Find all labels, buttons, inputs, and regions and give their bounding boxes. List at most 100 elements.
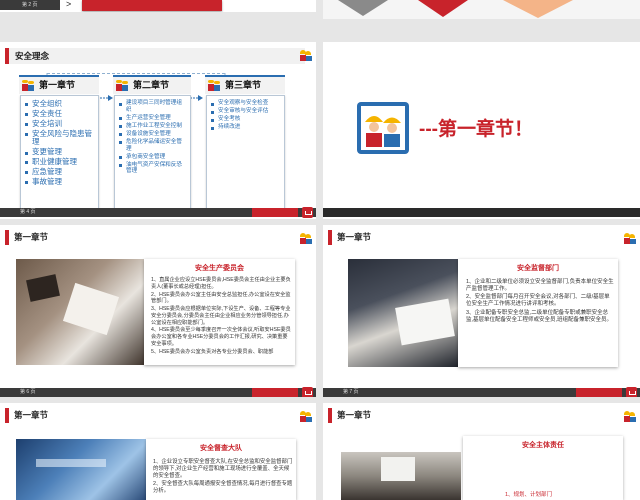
- text-card: 安全生产委员会 1、直属企业应设立HSE委员会,HSE委员会主任由企业主要负责人…: [144, 259, 295, 365]
- card-title: 安全生产委员会: [195, 265, 244, 272]
- paragraph: 2、安全督查大队每周通报安全督查情况,每月进行督查专题分析。: [153, 481, 293, 495]
- red-tab: [252, 208, 298, 217]
- slide-8[interactable]: 第一章节 安全主体责任 1、规划、计划部门: [323, 403, 640, 500]
- laptop: [26, 274, 60, 302]
- column-header-3[interactable]: 第三章节: [205, 75, 285, 94]
- paragraph: 1、规划、计划部门: [505, 492, 553, 498]
- slide-7[interactable]: 第一章节 安全督查大队 1、企业设立专职安全督查大队,在安全总监和安全监督部门的…: [0, 403, 316, 500]
- list-item: 安全组织: [24, 99, 95, 109]
- card-title: 安全主体责任: [522, 442, 564, 449]
- column-list: 安全组织 安全责任 安全培训 安全风险与隐患管理 变更管理 职业健康管理 应急管…: [21, 96, 98, 192]
- brand-logo-icon: [300, 232, 312, 244]
- slide-5[interactable]: 第一章节 安全生产委员会 1、直属企业应设立HSE委员会,HSE委员会主任由企业…: [0, 225, 316, 397]
- whiteboard: [381, 457, 415, 481]
- card-body: 1、直属企业应设立HSE委员会,HSE委员会主任由企业主要负责人(董事长或总经理…: [151, 277, 292, 356]
- signing-photo: [348, 259, 458, 367]
- red-chevron: [418, 0, 468, 17]
- list-item: 安全风险与隐患管理: [24, 129, 95, 148]
- page-number: 第 2 页: [22, 2, 38, 8]
- paragraph: 2、安全监督部门每月召开安全会议,对各部门、二级/基层单位安全生产工作情况进行讲…: [466, 294, 610, 308]
- column-box-1: 安全组织 安全责任 安全培训 安全风险与隐患管理 变更管理 职业健康管理 应急管…: [20, 95, 99, 212]
- text-card: 安全督查大队 1、企业设立专职安全督查大队,在安全总监和安全监督部门的领导下,对…: [146, 439, 296, 500]
- column-list: 建设项目三同时管理组织 生产运营安全管理 施工作业工程安全控制 设备设施安全管理…: [115, 96, 190, 180]
- card-body: 1、规划、计划部门: [505, 492, 615, 500]
- red-banner: [82, 0, 222, 11]
- list-item: 应急管理: [24, 167, 95, 177]
- slide-header: 安全理念: [5, 48, 305, 64]
- page-number: 第 6 页: [20, 389, 36, 395]
- slide-2[interactable]: [323, 0, 640, 19]
- column-header-2[interactable]: 第二章节: [113, 75, 191, 94]
- bottom-bar: [323, 208, 640, 217]
- card-title: 安全督查大队: [200, 445, 242, 452]
- slide-3[interactable]: 安全理念 第一章节 安全组织 安全责任 安全培训 安全风险与隐患管理 变更管理 …: [0, 42, 316, 219]
- list-item: 建设项目三同时管理组织: [118, 100, 187, 113]
- page-number: 第 7 页: [343, 389, 359, 395]
- header-title: 第一章节: [337, 410, 372, 420]
- slide-6[interactable]: 第一章节 安全监督部门 1、企业和二级单位必须设立安全监督部门,负责本单位安全生…: [323, 225, 640, 397]
- list-item: 生产运营安全管理: [118, 115, 187, 122]
- list-item: 持续改进: [210, 124, 281, 131]
- slide-header: 第一章节: [328, 408, 400, 423]
- list-item: 设备设施安全管理: [118, 131, 187, 138]
- list-item: 危险化学品储运安全管理: [118, 139, 187, 152]
- header-title: 第一章节: [14, 410, 49, 420]
- brand-logo-icon: [624, 232, 636, 244]
- red-tab: [576, 388, 622, 397]
- column-header-1[interactable]: 第一章节: [19, 75, 99, 94]
- document: [395, 298, 455, 346]
- slide-header: 第一章节: [5, 408, 77, 423]
- list-item: 安全考核: [210, 116, 281, 123]
- office-photo: [341, 452, 461, 500]
- mail-icon: [302, 207, 313, 218]
- header-title: 第一章节: [14, 232, 49, 242]
- list-item: 承包商安全管理: [118, 154, 187, 161]
- list-item: 安全责任: [24, 109, 95, 119]
- server-photo: [16, 439, 146, 500]
- page-number: 第 4 页: [20, 209, 36, 215]
- workers-icon: [22, 79, 35, 92]
- list-item: 油电气资产安保和反恐管理: [118, 162, 187, 175]
- column-title: 第一章节: [39, 80, 76, 90]
- list-item: 变更管理: [24, 147, 95, 157]
- red-tab: [252, 388, 298, 397]
- section-title: ---第一章节！: [419, 119, 533, 140]
- arrow-right-icon: [108, 95, 113, 101]
- paragraph: 2、HSE委员会办公室主任由安全总监担任,办公室设在安全监管部门。: [151, 291, 291, 305]
- paragraph: 3、HSE委员会应根据单位实际,下设生产、设备、工程等专业安全分委员会,分委员会…: [151, 306, 291, 326]
- workers-icon: [361, 106, 405, 150]
- cables: [36, 459, 106, 467]
- orange-chevron: [503, 0, 573, 18]
- paragraph: 5、HSE委员会办公室负责对各专业分委员会、职能部: [151, 348, 274, 355]
- section-icon-box: [357, 102, 409, 154]
- card-title: 安全监督部门: [517, 265, 559, 272]
- column-title: 第三章节: [225, 80, 262, 90]
- slide-4[interactable]: ---第一章节！: [323, 42, 640, 219]
- paragraph: 4、HSE委员会至少每季度召开一次全体会议,听取安HSE委员会办公室和各专业HS…: [151, 327, 291, 347]
- brand-logo-icon: [624, 410, 636, 422]
- arrow-icon: >: [66, 0, 72, 9]
- workers-icon: [116, 79, 129, 92]
- slide-header: 第一章节: [328, 230, 400, 245]
- paragraph: 1、企业设立专职安全督查大队,在安全总监和安全监督部门的领导下,对企业生产经营和…: [153, 459, 293, 480]
- paragraph: 1、直属企业应设立HSE委员会,HSE委员会主任由企业主要负责人(董事长或总经理…: [151, 277, 291, 290]
- mail-icon: [302, 387, 313, 397]
- card-body: 1、企业和二级单位必须设立安全监督部门,负责本单位安全生产监督管理工作。 2、安…: [466, 279, 614, 325]
- column-list: 安全观察与安全检查 安全审核与安全评估 安全考核 持续改进: [207, 96, 284, 136]
- card-body: 1、企业设立专职安全督查大队,在安全总监和安全监督部门的领导下,对企业生产经营和…: [153, 459, 293, 496]
- column-title: 第二章节: [133, 80, 170, 90]
- brand-logo-icon: [300, 410, 312, 422]
- workers-icon: [208, 79, 221, 92]
- slide-header: 第一章节: [5, 230, 77, 245]
- list-item: 安全审核与安全评估: [210, 108, 281, 115]
- text-card: 安全监督部门 1、企业和二级单位必须设立安全监督部门,负责本单位安全生产监督管理…: [458, 259, 618, 367]
- header-title: 安全理念: [15, 51, 50, 61]
- column-box-2: 建设项目三同时管理组织 生产运营安全管理 施工作业工程安全控制 设备设施安全管理…: [114, 95, 191, 212]
- column-box-3: 安全观察与安全检查 安全审核与安全评估 安全考核 持续改进: [206, 95, 285, 212]
- bottom-bar: 第 2 页: [0, 0, 60, 10]
- mail-icon: [626, 387, 637, 397]
- slide-1[interactable]: 第 2 页 >: [0, 0, 316, 12]
- paper: [62, 282, 120, 336]
- meeting-photo: [16, 259, 144, 365]
- grey-chevron: [338, 0, 388, 16]
